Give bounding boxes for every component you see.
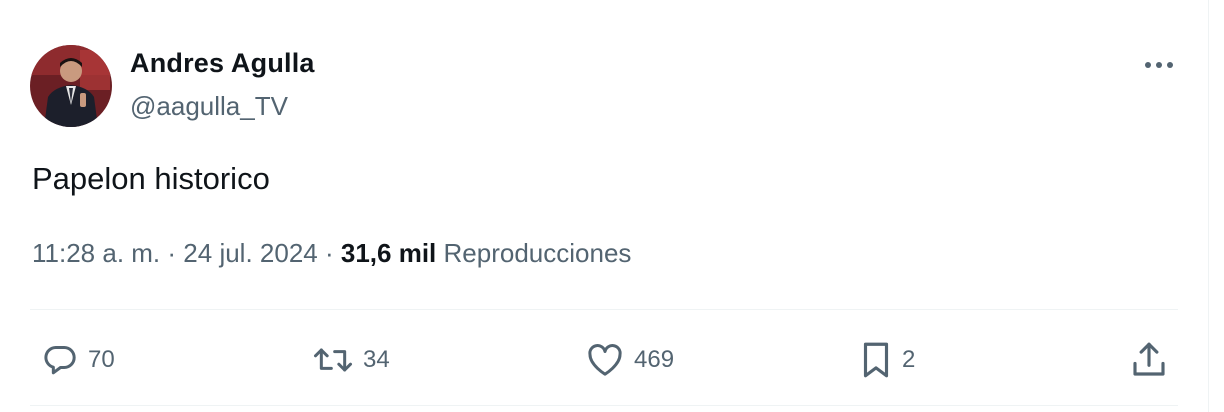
- more-options-button[interactable]: [1138, 50, 1180, 80]
- tweet-time[interactable]: 11:28 a. m.: [32, 238, 160, 268]
- meta-separator: ·: [167, 238, 177, 268]
- bookmark-button[interactable]: 2: [858, 338, 915, 382]
- author-handle[interactable]: @aagulla_TV: [130, 91, 288, 122]
- views-count[interactable]: 31,6 mil: [341, 238, 436, 268]
- tweet-date[interactable]: 24 jul. 2024: [183, 238, 317, 268]
- tweet-text: Papelon historico: [32, 161, 270, 196]
- share-icon: [1133, 342, 1165, 376]
- retweet-count: 34: [363, 346, 390, 373]
- share-button[interactable]: [1128, 338, 1170, 382]
- like-button[interactable]: 469: [584, 338, 674, 382]
- meta-separator: ·: [324, 238, 334, 268]
- more-horizontal-icon: [1145, 62, 1173, 68]
- bookmark-count: 2: [902, 346, 916, 373]
- tweet[interactable]: Andres Agulla @aagulla_TV Papelon histor…: [0, 0, 1208, 412]
- comment-icon: [44, 346, 76, 375]
- tweet-metadata: 11:28 a. m. · 24 jul. 2024 · 31,6 mil Re…: [32, 238, 631, 269]
- reply-count: 70: [88, 346, 115, 373]
- bookmark-icon: [863, 342, 889, 378]
- retweet-icon: [314, 348, 352, 372]
- divider: [30, 309, 1178, 310]
- avatar[interactable]: [30, 45, 112, 127]
- views-label[interactable]: Reproducciones: [444, 238, 632, 268]
- timeline-border: [1208, 0, 1209, 412]
- retweet-button[interactable]: 34: [311, 338, 390, 382]
- author-name[interactable]: Andres Agulla: [130, 48, 315, 79]
- divider: [30, 405, 1178, 406]
- reply-button[interactable]: 70: [40, 338, 115, 382]
- heart-icon: [588, 344, 622, 376]
- like-count: 469: [634, 346, 675, 373]
